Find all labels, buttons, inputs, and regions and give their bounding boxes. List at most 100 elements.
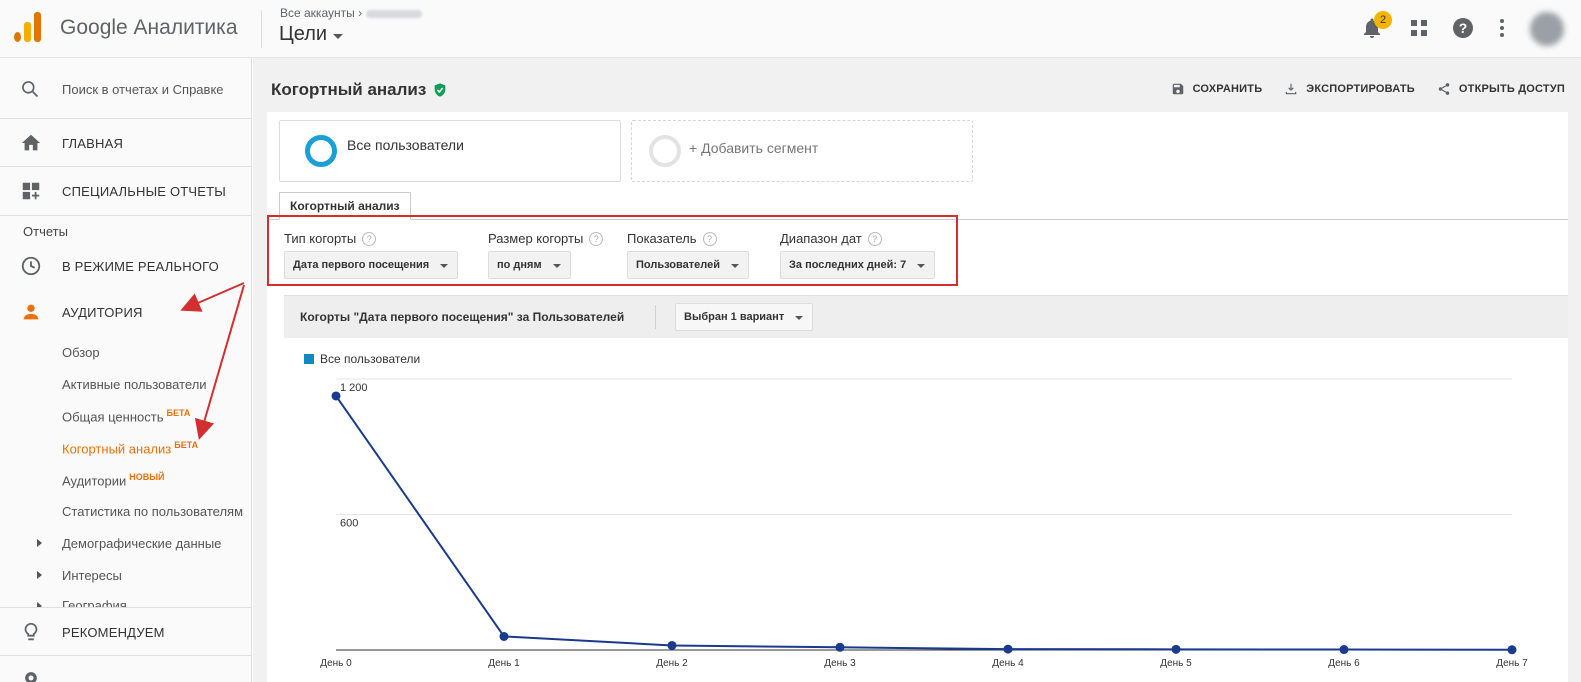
data-point[interactable] [667,640,677,650]
apps-grid-icon[interactable] [1407,16,1431,40]
chart-title: Когорты "Дата первого посещения" за Поль… [300,310,625,324]
sidebar-item-audience[interactable]: АУДИТОРИЯ [0,288,251,336]
subitem-label: Аудитории [62,473,127,489]
data-point[interactable] [835,642,845,652]
help-icon[interactable]: ? [702,231,717,246]
metric-dropdown[interactable]: Пользователей [627,251,749,279]
sidebar-subitem-cohort-analysis[interactable]: Когортный анализ БЕТА [62,440,198,456]
data-point[interactable] [331,391,341,401]
empty-segment-ring-icon [649,135,681,167]
help-icon[interactable]: ? [867,231,882,246]
caret-down-icon [333,33,344,39]
sidebar-item-home[interactable]: ГЛАВНАЯ [0,119,251,167]
y-tick-label: 600 [340,518,358,530]
expand-arrow-icon[interactable] [37,539,42,547]
x-tick-label: День 7 [1496,658,1528,669]
cohort-type-dropdown[interactable]: Дата первого посещения [284,251,459,279]
more-vert-icon[interactable] [1490,16,1514,40]
segment-label: Все пользователи [347,137,464,153]
beta-badge: БЕТА [174,440,199,450]
search-icon [22,81,39,98]
variant-select-dropdown[interactable]: Выбран 1 вариант [675,303,814,331]
divider [0,215,251,216]
expand-arrow-icon[interactable] [37,571,42,579]
add-segment-label: + Добавить сегмент [689,140,819,156]
x-tick-label: День 6 [1328,658,1360,669]
segment-all-users[interactable]: Все пользователи [279,120,621,182]
analytics-logo-icon[interactable] [14,12,42,42]
chart-header: Когорты "Дата первого посещения" за Поль… [284,296,1568,338]
help-icon[interactable]: ? [362,231,377,246]
breadcrumb-accounts[interactable]: Все аккаунты [280,6,355,20]
metric-label: Показатель? [627,231,717,246]
sidebar-subitem-user-explorer[interactable]: Статистика по пользователям [62,504,243,519]
label-text: Диапазон дат [780,231,862,246]
sidebar-item-label: РЕКОМЕНДУЕМ [62,624,165,640]
subitem-label: Статистика по пользователям [62,504,244,519]
main-content: Когортный анализ СОХРАНИТЬ ЭКСПОРТИРОВАТ… [253,58,1581,682]
sidebar-subitem-lifetime-value[interactable]: Общая ценность БЕТА [62,408,190,424]
verified-shield-icon [434,83,446,97]
sidebar-item-recommend[interactable]: РЕКОМЕНДУЕМ [0,608,251,656]
app-window: Google Аналитика Все аккаунты › Цели 2 ?… [0,0,1581,682]
sidebar-item-label: СПЕЦИАЛЬНЫЕ ОТЧЕТЫ [62,183,226,199]
brand-name[interactable]: Google Аналитика [60,16,238,40]
label-text: Тип когорты [284,231,357,246]
line-chart[interactable]: 1 200 600 День 0 День 1 День 2 День 3 День 4 Де… [284,356,1568,682]
data-point[interactable] [1171,644,1181,654]
date-range-label: Диапазон дат? [780,231,882,246]
report-actions: СОХРАНИТЬ ЭКСПОРТИРОВАТЬ ОТКРЫТЬ ДОСТУП [1171,82,1565,96]
save-button[interactable]: СОХРАНИТЬ [1171,82,1263,96]
search-input[interactable] [62,78,240,100]
add-segment-button[interactable]: + Добавить сегмент [631,120,973,182]
label-text: Показатель [627,231,697,246]
breadcrumb[interactable]: Все аккаунты › [280,6,423,20]
sidebar-item-custom-reports[interactable]: СПЕЦИАЛЬНЫЕ ОТЧЕТЫ [0,167,251,215]
export-button[interactable]: ЭКСПОРТИРОВАТЬ [1284,82,1415,96]
subitem-label: Демографические данные [62,536,222,551]
data-point[interactable] [1003,644,1013,654]
date-range-dropdown[interactable]: За последних дней: 7 [780,251,936,279]
subitem-label: Обзор [62,345,100,360]
data-point[interactable] [499,631,509,641]
person-icon [23,304,39,320]
subitem-label: Общая ценность [62,409,164,425]
subitem-label: Интересы [62,568,122,583]
cohort-size-dropdown[interactable]: по дням [488,251,571,279]
header-divider [261,10,262,48]
sidebar-subitem-overview[interactable]: Обзор [62,345,100,360]
dashboard-add-icon [22,182,40,200]
new-badge: НОВЫЙ [129,472,165,482]
subitem-label: География [62,598,127,607]
series-line [335,395,1513,651]
avatar[interactable] [1530,12,1564,46]
help-icon[interactable]: ? [1451,16,1475,40]
sidebar-item-realtime[interactable]: В РЕЖИМЕ РЕАЛЬНОГО [0,242,251,290]
data-point[interactable] [1339,645,1349,655]
view-selector[interactable]: Цели [279,23,344,46]
help-icon[interactable]: ? [589,231,604,246]
sidebar-subitem-active-users[interactable]: Активные пользователи [62,377,207,392]
share-icon [1438,83,1450,95]
sidebar-subitem-geo[interactable]: География [62,598,127,607]
sidebar-item-label: В РЕЖИМЕ РЕАЛЬНОГО [62,258,219,274]
x-tick-label: День 1 [488,658,520,669]
divider [0,655,251,656]
sidebar-subitem-demographics[interactable]: Демографические данные [62,536,221,551]
beta-badge: БЕТА [166,408,191,418]
download-icon [1286,83,1297,95]
report-panel: Все пользователи + Добавить сегмент Кого… [267,112,1568,682]
report-title: Когортный анализ [271,80,448,100]
share-button[interactable]: ОТКРЫТЬ ДОСТУП [1437,82,1565,96]
cohort-type-label: Тип когорты? [284,231,377,246]
chevron-right-icon: › [358,6,363,20]
notification-count-badge: 2 [1374,11,1392,29]
admin-gear-icon[interactable] [21,668,41,682]
blurred-account-name [366,9,423,18]
export-label: ЭКСПОРТИРОВАТЬ [1306,83,1415,95]
sidebar-subitem-interests[interactable]: Интересы [62,568,122,583]
data-point[interactable] [1507,645,1517,655]
section-label-reports: Отчеты [23,224,68,239]
x-tick-label: День 0 [320,658,352,669]
sidebar-subitem-audiences[interactable]: Аудитории НОВЫЙ [62,472,165,488]
